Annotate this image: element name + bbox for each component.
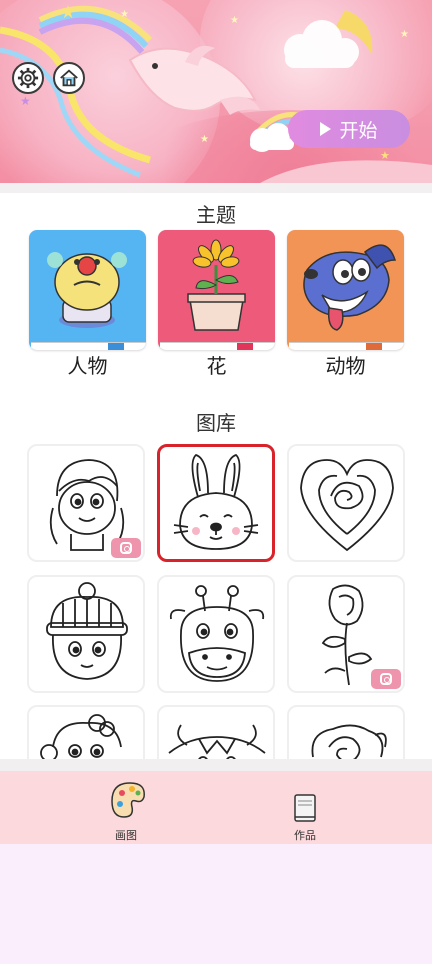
gear-icon (17, 67, 39, 89)
content-divider (0, 759, 432, 771)
winter-hat-girl-drawing-image (46, 582, 128, 680)
rose-bloom-drawing-image (311, 724, 387, 759)
theme-animal-label: 动物 (325, 354, 366, 378)
home-button[interactable] (53, 62, 85, 94)
flower-pot-icon (187, 239, 246, 331)
gallery-item-giraffe[interactable] (157, 575, 275, 693)
theme-flower[interactable]: 花 (158, 230, 275, 378)
theme-animal[interactable]: 动物 (287, 230, 404, 378)
start-button[interactable]: 开始 (288, 110, 410, 148)
play-icon (320, 122, 332, 136)
banner-divider (0, 183, 432, 193)
instagram-badge (111, 538, 141, 558)
gallery-item-rose[interactable] (287, 575, 405, 693)
dog-icon (303, 244, 397, 331)
heart-rose-drawing-image (300, 459, 394, 552)
home-icon (60, 69, 78, 87)
palette-icon (111, 782, 145, 818)
start-button-label: 开始 (339, 119, 378, 142)
theme-animal-cover (287, 230, 404, 350)
clown-icon (47, 252, 127, 328)
instagram-badge (371, 669, 401, 689)
app-screen: ★ ★ ★ ★ ★ ★ ★ 开始 主题 人物 花 动物 图库 画图 作品 (0, 0, 432, 964)
gallery-item-winter-hat-girl[interactable] (27, 575, 145, 693)
gallery-item-cow[interactable] (157, 705, 275, 759)
theme-people-label: 人物 (67, 354, 108, 378)
bottom-tab-bar: 画图 作品 (0, 771, 432, 844)
theme-flower-label: 花 (206, 354, 227, 378)
tab-works[interactable]: 作品 (265, 777, 345, 843)
theme-flower-cover (158, 230, 275, 350)
tab-works-label: 作品 (294, 829, 316, 842)
main-content: 主题 人物 花 动物 图库 (0, 193, 432, 759)
instagram-icon (120, 542, 132, 554)
gallery-item-heart-rose[interactable] (287, 444, 405, 562)
gallery-item-rose-bloom[interactable] (287, 705, 405, 759)
bunny-drawing-image (173, 453, 259, 550)
tab-draw-label: 画图 (115, 829, 137, 842)
gallery-title: 图库 (196, 411, 236, 435)
tab-draw[interactable]: 画图 (86, 777, 166, 843)
theme-people-cover (29, 230, 146, 350)
monkey-drawing-image (40, 714, 122, 759)
gallery-item-monkey[interactable] (27, 705, 145, 759)
gallery-item-girl[interactable] (27, 444, 145, 562)
cow-drawing-image (168, 724, 266, 759)
theme-people[interactable]: 人物 (29, 230, 146, 378)
giraffe-drawing-image (169, 585, 265, 682)
gallery-item-bunny[interactable] (157, 444, 275, 562)
top-banner: ★ ★ ★ ★ ★ ★ ★ 开始 (0, 0, 432, 183)
instagram-icon (380, 673, 392, 685)
book-icon (294, 794, 316, 822)
settings-button[interactable] (12, 62, 44, 94)
themes-title: 主题 (196, 203, 236, 227)
